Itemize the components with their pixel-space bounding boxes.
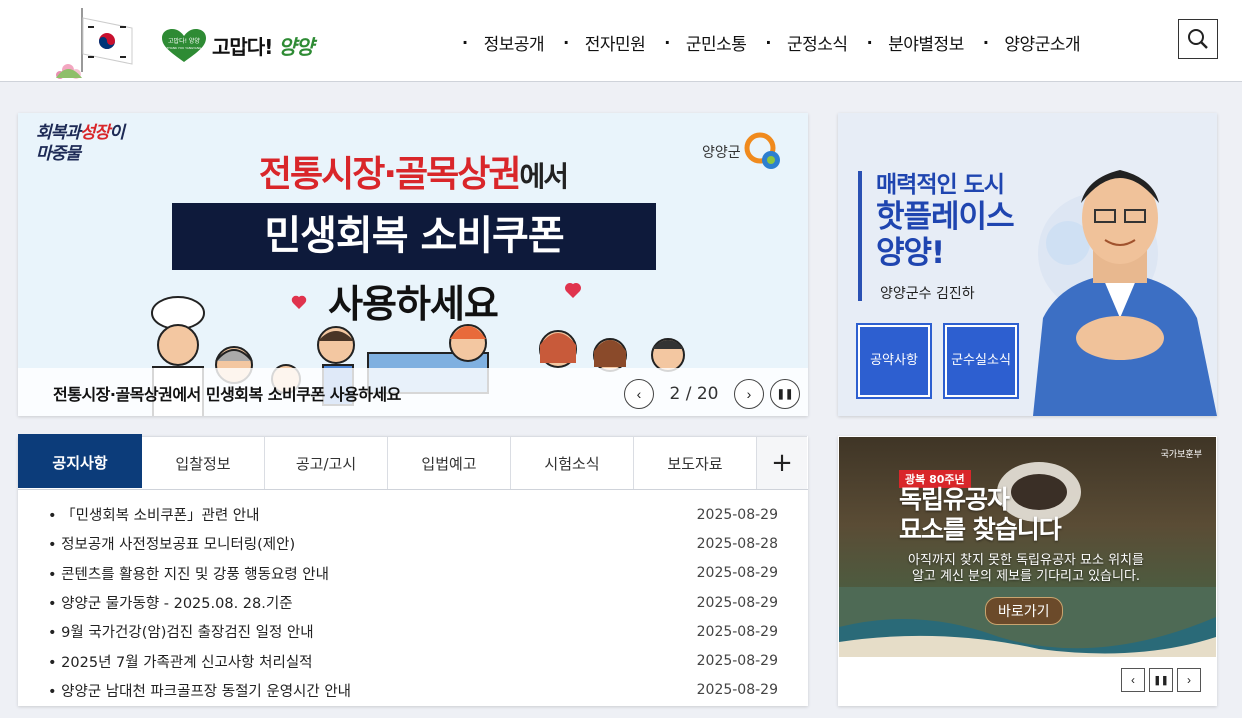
chevron-left-icon: ‹ <box>1131 673 1135 687</box>
logo-text: 고맙다! 양양 <box>212 31 314 60</box>
nav-info-disclosure[interactable]: 정보공개 <box>462 30 545 55</box>
banner-current-page: 2 <box>669 384 681 404</box>
mayor-name: 양양군수 김진하 <box>880 286 975 302</box>
logo-prefix: 고맙다! <box>212 34 273 59</box>
nav-citizen-communication[interactable]: 군민소통 <box>664 30 747 55</box>
promo2-title-line1: 독립유공자 <box>899 485 1010 514</box>
notice-date: 2025-08-28 <box>696 535 778 552</box>
notice-date: 2025-08-29 <box>696 653 778 670</box>
notice-date: 2025-08-29 <box>696 565 778 582</box>
slogan-part-b: 성장 <box>79 123 110 143</box>
promo2-next-button[interactable]: › <box>1177 668 1201 692</box>
chevron-right-icon: › <box>746 386 752 402</box>
promo-line2: 핫플레이스 <box>876 199 1015 235</box>
notice-title[interactable]: 양양군 물가동향 - 2025.08. 28.기준 <box>48 592 292 613</box>
promo-accent-bar <box>858 171 862 301</box>
nav-county-intro[interactable]: 양양군소개 <box>983 30 1080 55</box>
list-item[interactable]: 2025년 7월 가족관계 신고사항 처리실적 2025-08-29 <box>48 646 778 675</box>
promo2-description: 아직까지 찾지 못한 독립유공자 묘소 위치를 알고 계신 분의 제보를 기다리… <box>871 553 1181 585</box>
notice-date: 2025-08-29 <box>696 682 778 699</box>
banner-pause-button[interactable]: ❚❚ <box>770 379 800 409</box>
taegukgi-flag-decoration <box>56 8 133 79</box>
list-item[interactable]: 양양군 물가동향 - 2025.08. 28.기준 2025-08-29 <box>48 588 778 617</box>
pause-icon: ❚❚ <box>1153 674 1169 685</box>
banner-page-indicator: 2 / 20 <box>666 384 722 404</box>
logo-badge-line1: 고맙다! 양양 <box>168 37 200 45</box>
notice-list: 「민생회복 소비쿠폰」관련 안내 2025-08-29 정보공개 사전정보공표 모… <box>48 500 778 705</box>
promo2-desc-line2: 알고 계신 분의 제보를 기다리고 있습니다. <box>911 569 1141 584</box>
promo2-pause-button[interactable]: ❚❚ <box>1149 668 1173 692</box>
banner-caption[interactable]: 전통시장·골목상권에서 민생회복 소비쿠폰 사용하세요 <box>53 381 401 405</box>
main-banner-slider[interactable]: 회복과성장이 마중물 양양군 전통시장·골목상권에서 민생회복 소비쿠폰 사용하… <box>18 113 808 416</box>
tab-notices[interactable]: 공지사항 <box>18 434 142 488</box>
list-item[interactable]: 양양군 남대천 파크골프장 동절기 운영시간 안내 2025-08-29 <box>48 676 778 705</box>
search-icon <box>1188 29 1208 49</box>
tab-exam-news[interactable]: 시험소식 <box>511 436 634 489</box>
promo-line1: 매력적인 도시 <box>876 172 1005 198</box>
nav-field-info[interactable]: 분야별정보 <box>867 30 964 55</box>
tab-legislative-notice[interactable]: 입법예고 <box>388 436 511 489</box>
site-header: 고맙다! 양양 THANK YOU YANGYANG 고맙다! 양양 정보공개 … <box>0 0 1242 82</box>
slogan-part-a: 회복과 <box>36 123 81 143</box>
search-button[interactable] <box>1178 19 1218 59</box>
mayor-news-line1: 군수실 <box>951 353 987 368</box>
banner-headline-black: 에서 <box>519 160 570 193</box>
promo2-desc-line1: 아직까지 찾지 못한 독립유공자 묘소 위치를 <box>908 553 1144 568</box>
promo2-image[interactable]: 국가보훈부 광복 80주년 독립유공자 묘소를 찾습니다 아직까지 찾지 못한 … <box>839 437 1216 657</box>
list-item[interactable]: 콘텐츠를 활용한 지진 및 강풍 행동요령 안내 2025-08-29 <box>48 559 778 588</box>
banner-total-pages: 20 <box>696 384 719 404</box>
agency-label: 국가보훈부 <box>1160 450 1202 460</box>
tab-press-release[interactable]: 보도자료 <box>634 436 757 489</box>
banner-prev-button[interactable]: ‹ <box>624 379 654 409</box>
mayor-news-line2: 소식 <box>986 353 1011 368</box>
mayor-photo <box>1033 170 1217 416</box>
notice-date: 2025-08-29 <box>696 623 778 640</box>
banner-next-button[interactable]: › <box>734 379 764 409</box>
notice-title[interactable]: 「민생회복 소비쿠폰」관련 안내 <box>48 504 259 525</box>
promo2-title-line2: 묘소를 찾습니다 <box>899 515 1062 544</box>
promo-title: 매력적인 도시 핫플레이스 양양! <box>876 171 1015 271</box>
notice-title[interactable]: 9월 국가건강(암)검진 출장검진 일정 안내 <box>48 621 313 642</box>
site-logo[interactable]: 고맙다! 양양 THANK YOU YANGYANG 고맙다! 양양 <box>160 28 314 62</box>
promo2-controls: ‹ ❚❚ › <box>1117 668 1201 692</box>
pause-icon: ❚❚ <box>776 388 794 400</box>
nav-e-civil[interactable]: 전자민원 <box>563 30 646 55</box>
mayor-news-button[interactable]: 군수실 소식 <box>943 323 1019 399</box>
mayor-promo-banner: 매력적인 도시 핫플레이스 양양! 양양군수 김진하 공약사항 군수실 소식 <box>838 113 1217 416</box>
tab-announcements[interactable]: 공고/고시 <box>265 436 388 489</box>
promo2-go-button[interactable]: 바로가기 <box>985 597 1063 625</box>
promo2-prev-button[interactable]: ‹ <box>1121 668 1145 692</box>
board-more-button[interactable]: + <box>757 436 807 489</box>
banner-headline-red: 전통시장·골목상권 <box>258 154 522 195</box>
notice-board: 공지사항 입찰정보 공고/고시 입법예고 시험소식 보도자료 + 「민생회복 소… <box>18 434 808 706</box>
slogan-part-c: 이 <box>109 123 125 143</box>
logo-suffix: 양양 <box>278 34 314 59</box>
notice-date: 2025-08-29 <box>696 506 778 523</box>
chevron-left-icon: ‹ <box>636 386 642 402</box>
banner-headline: 전통시장·골목상권에서 <box>18 145 808 197</box>
banner-title-box: 민생회복 소비쿠폰 <box>172 203 656 270</box>
notice-title[interactable]: 콘텐츠를 활용한 지진 및 강풍 행동요령 안내 <box>48 563 329 584</box>
main-navigation: 정보공개 전자민원 군민소통 군정소식 분야별정보 양양군소개 <box>462 28 1099 56</box>
tab-bid-info[interactable]: 입찰정보 <box>142 436 265 489</box>
promo-line3: 양양! <box>876 235 945 271</box>
list-item[interactable]: 정보공개 사전정보공표 모니터링(제안) 2025-08-28 <box>48 529 778 558</box>
banner-controls: ‹ 2 / 20 › ❚❚ <box>624 379 800 409</box>
notice-date: 2025-08-29 <box>696 594 778 611</box>
logo-badge-line2: THANK YOU YANGYANG <box>166 46 202 50</box>
list-item[interactable]: 「민생회복 소비쿠폰」관련 안내 2025-08-29 <box>48 500 778 529</box>
pledges-button[interactable]: 공약사항 <box>856 323 932 399</box>
promo2-title: 독립유공자 묘소를 찾습니다 <box>899 485 1062 545</box>
independence-promo-slider: 국가보훈부 광복 80주년 독립유공자 묘소를 찾습니다 아직까지 찾지 못한 … <box>838 436 1217 706</box>
board-tabs: 공지사항 입찰정보 공고/고시 입법예고 시험소식 보도자료 + <box>18 434 808 490</box>
notice-title[interactable]: 양양군 남대천 파크골프장 동절기 운영시간 안내 <box>48 680 351 701</box>
nav-county-news[interactable]: 군정소식 <box>765 30 848 55</box>
notice-title[interactable]: 정보공개 사전정보공표 모니터링(제안) <box>48 533 295 554</box>
banner-page-separator: / <box>680 384 697 404</box>
heart-logo-icon: 고맙다! 양양 THANK YOU YANGYANG <box>160 28 208 62</box>
list-item[interactable]: 9월 국가건강(암)검진 출장검진 일정 안내 2025-08-29 <box>48 617 778 646</box>
chevron-right-icon: › <box>1187 673 1191 687</box>
notice-title[interactable]: 2025년 7월 가족관계 신고사항 처리실적 <box>48 651 312 672</box>
